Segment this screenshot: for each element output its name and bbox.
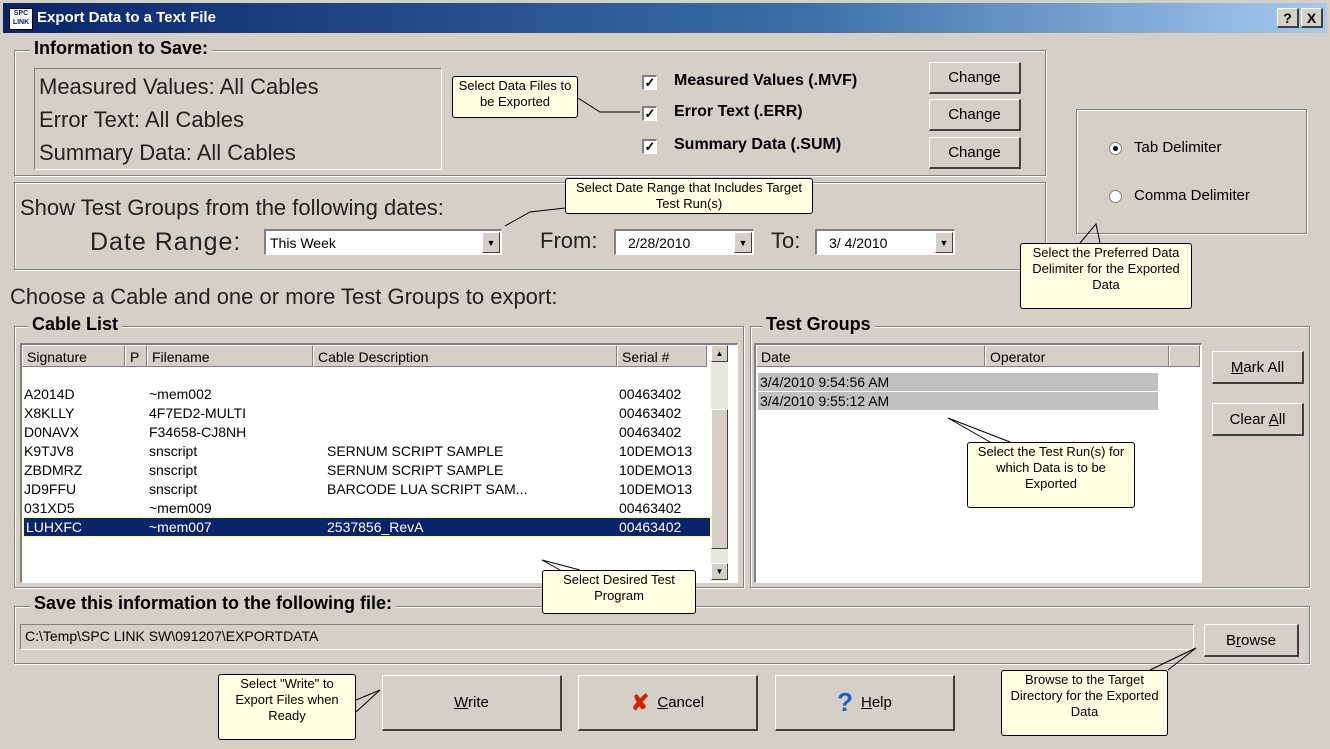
export-dialog: SPC LINK Export Data to a Text File ? X … [0, 0, 1330, 749]
pointer-test-run [947, 417, 1011, 443]
pointer-select-files [577, 97, 640, 113]
pointer-test-program [541, 559, 581, 571]
pointer-browse [1149, 647, 1197, 671]
callout-pointers [355, 97, 1197, 713]
pointer-delimiter [1079, 222, 1101, 244]
pointer-date-range [504, 207, 566, 227]
pointer-write [355, 689, 381, 713]
